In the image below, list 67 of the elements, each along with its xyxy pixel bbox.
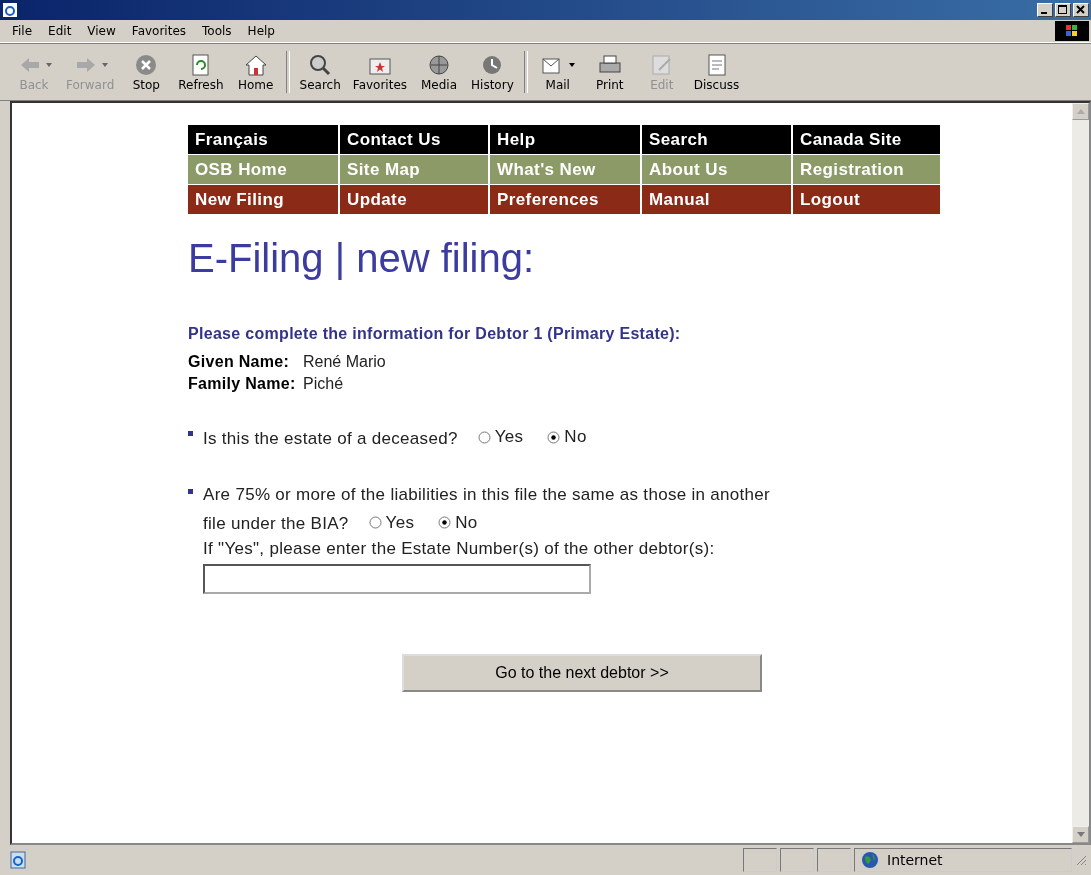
scroll-down-button[interactable]: [1072, 826, 1089, 843]
input-field[interactable]: [203, 564, 591, 594]
minimize-button[interactable]: [1037, 3, 1053, 17]
toolbar-button[interactable]: Print: [583, 50, 636, 94]
scrollbar[interactable]: [1072, 103, 1089, 843]
nav-link[interactable]: Français: [188, 125, 338, 154]
question-text: Are 75% or more of the liabilities in this file the same as those in another: [203, 484, 771, 504]
toolbar-button[interactable]: History: [465, 50, 520, 94]
toolbar-button[interactable]: Mail: [531, 50, 584, 94]
nav-link[interactable]: Manual: [642, 185, 791, 214]
radio-option[interactable]: No: [547, 423, 587, 451]
radio-option[interactable]: No: [438, 508, 478, 537]
resize-grip-icon[interactable]: [1075, 854, 1087, 866]
nav-link[interactable]: New Filing: [188, 185, 338, 214]
nav-link[interactable]: Update: [340, 185, 488, 214]
status-pane: [780, 848, 814, 872]
bullet-icon: [188, 488, 193, 494]
toolbar-button[interactable]: Home: [229, 50, 282, 94]
radio-option[interactable]: Yes: [368, 508, 415, 537]
close-icon: [1076, 5, 1086, 15]
radio-button[interactable]: [368, 516, 382, 529]
nav-link[interactable]: Preferences: [490, 185, 640, 214]
down-arrow-icon: [1076, 832, 1085, 837]
field-value: Piché: [303, 374, 344, 394]
nav-link[interactable]: Help: [490, 125, 640, 154]
field-label: Given Name:: [188, 352, 291, 372]
menu-item[interactable]: Favorites: [123, 24, 195, 38]
instruction-text: If "Yes", please enter the Estate Number(s) of the other debtor(s):: [203, 538, 716, 560]
radio-option[interactable]: Yes: [477, 423, 524, 451]
nav-link[interactable]: Contact Us: [340, 125, 488, 154]
menu-item[interactable]: View: [79, 24, 124, 38]
question-text: file under the BIA?: [203, 514, 349, 533]
toolbar-button[interactable]: Stop: [120, 50, 173, 94]
globe-icon: [861, 851, 879, 869]
windows-logo-icon: [1055, 21, 1089, 41]
radio-button[interactable]: [477, 430, 491, 444]
status-pane: [817, 848, 851, 872]
menu-item[interactable]: File: [4, 24, 41, 38]
minimize-icon: [1041, 12, 1047, 14]
toolbar-button[interactable]: Search: [293, 50, 347, 94]
toolbar-button[interactable]: Favorites: [346, 50, 414, 94]
nav-link[interactable]: Logout: [793, 185, 940, 214]
toolbar-button[interactable]: Media: [413, 50, 466, 94]
browser-icon: [2, 2, 18, 18]
question-text: Is this the estate of a deceased?: [203, 428, 458, 448]
maximize-button[interactable]: [1055, 3, 1071, 17]
menu-item[interactable]: Edit: [40, 24, 80, 38]
menu-item[interactable]: Help: [239, 24, 283, 38]
field-value: René Mario: [303, 352, 386, 372]
zone-label: Internet: [887, 852, 943, 868]
radio-button[interactable]: [547, 430, 561, 444]
menu-item[interactable]: Tools: [194, 24, 240, 38]
section-heading: Please complete the information for Debtor 1 (Primary Estate):: [188, 325, 682, 343]
radio-button[interactable]: [438, 516, 452, 529]
next-debtor-button[interactable]: Go to the next debtor >>: [402, 654, 762, 692]
close-button[interactable]: [1073, 3, 1089, 17]
status-pane: [743, 848, 777, 872]
toolbar-button[interactable]: Refresh: [172, 50, 230, 94]
up-arrow-icon: [1076, 109, 1085, 114]
page-icon: [8, 851, 28, 869]
maximize-icon: [1058, 5, 1068, 15]
page-heading: E-Filing | new filing:: [188, 236, 536, 281]
bullet-icon: [188, 431, 193, 436]
field-label: Family Name:: [188, 374, 297, 394]
nav-link[interactable]: Search: [642, 125, 791, 154]
nav-link[interactable]: Canada Site: [793, 125, 940, 154]
toolbar-button[interactable]: Discuss: [687, 50, 746, 94]
